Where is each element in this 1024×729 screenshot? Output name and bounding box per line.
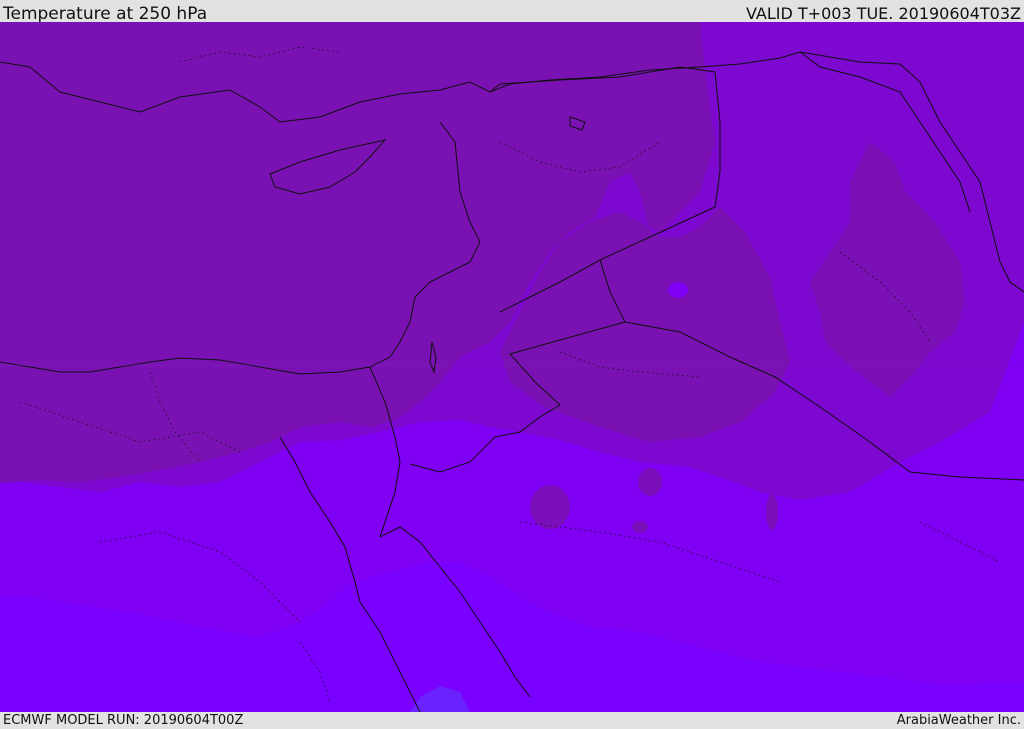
temperature-field	[0, 22, 1024, 712]
brand-label: ArabiaWeather Inc.	[896, 713, 1021, 728]
blob-5	[668, 282, 688, 298]
weather-map[interactable]	[0, 22, 1024, 712]
map-title: Temperature at 250 hPa	[3, 4, 208, 24]
blob-3	[632, 521, 648, 533]
model-run-label: ECMWF MODEL RUN: 20190604T00Z	[3, 713, 244, 728]
blob-1	[530, 485, 570, 529]
header-bar: Temperature at 250 hPa VALID T+003 TUE. …	[0, 0, 1024, 24]
footer-bar: ECMWF MODEL RUN: 20190604T00Z ArabiaWeat…	[0, 712, 1024, 729]
band-warmest	[0, 22, 790, 482]
blob-2	[638, 468, 662, 496]
valid-time: VALID T+003 TUE. 20190604T03Z	[745, 4, 1021, 23]
blob-4	[766, 494, 778, 530]
